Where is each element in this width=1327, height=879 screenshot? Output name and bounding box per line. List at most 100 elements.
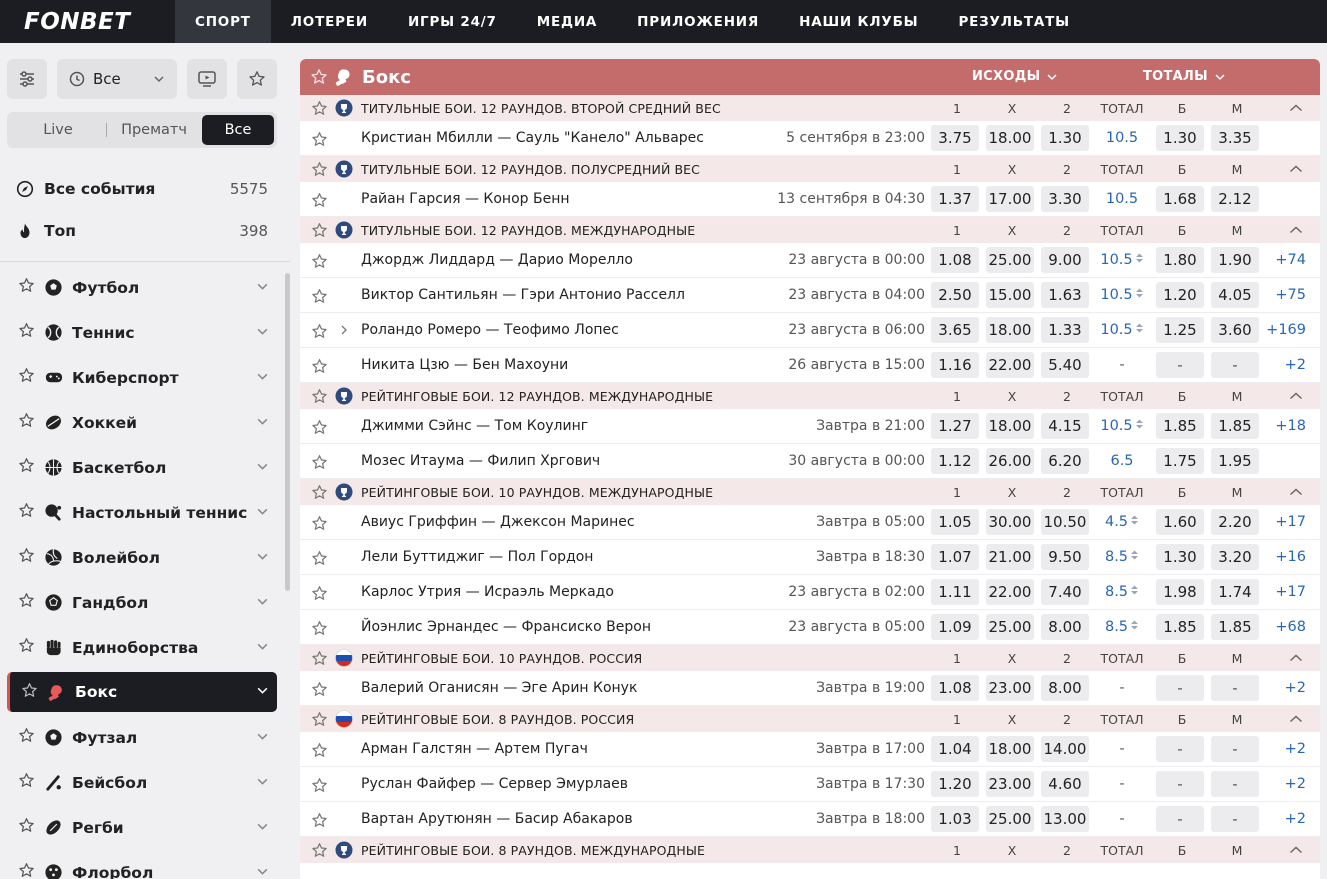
chevron-down-icon[interactable] — [256, 549, 269, 567]
odds-button[interactable]: 3.65 — [931, 317, 979, 343]
odds-button[interactable]: 1.75 — [1156, 448, 1204, 474]
league-header[interactable]: ТИТУЛЬНЫЕ БОИ. 12 РАУНДОВ. ВТОРОЙ СРЕДНИ… — [300, 95, 1320, 121]
odds-button[interactable]: 26.00 — [986, 448, 1034, 474]
star-icon[interactable] — [18, 592, 35, 613]
odds-button[interactable]: - — [1156, 675, 1204, 701]
sidebar-sport-item[interactable]: Бокс — [7, 672, 277, 712]
chevron-down-icon[interactable] — [256, 594, 269, 612]
star-icon[interactable] — [18, 772, 35, 793]
star-icon[interactable] — [18, 862, 35, 879]
odds-button[interactable]: 1.11 — [931, 579, 979, 605]
total-value[interactable]: 8.5 — [1096, 619, 1148, 635]
star-icon[interactable] — [311, 419, 328, 440]
sidebar-sport-item[interactable]: Теннис — [7, 310, 277, 355]
event-name[interactable]: Роландо Ромеро — Теофимо Лопес — [361, 322, 619, 338]
totals-tab[interactable]: ТОТАЛЫ — [1143, 69, 1226, 84]
star-icon[interactable] — [18, 322, 35, 343]
odds-button[interactable]: 1.85 — [1156, 413, 1204, 439]
total-value[interactable]: 8.5 — [1096, 584, 1148, 600]
chevron-up-icon[interactable] — [1288, 842, 1304, 861]
total-value[interactable]: 10.5 — [1096, 252, 1148, 268]
odds-button[interactable]: 1.03 — [931, 806, 979, 832]
event-name[interactable]: Кристиан Мбилли — Сауль "Канело" Альваре… — [361, 130, 704, 146]
sidebar-sport-item[interactable]: Гандбол — [7, 580, 277, 625]
odds-button[interactable]: 10.50 — [1041, 509, 1089, 535]
event-name[interactable]: Йоэнлис Эрнандес — Франсиско Верон — [361, 619, 651, 635]
odds-button[interactable]: 25.00 — [986, 247, 1034, 273]
odds-button[interactable]: 25.00 — [986, 806, 1034, 832]
odds-button[interactable]: 1.05 — [931, 509, 979, 535]
event-name[interactable]: Никита Цзю — Бен Махоуни — [361, 357, 568, 373]
odds-button[interactable]: - — [1211, 771, 1259, 797]
odds-button[interactable]: 1.95 — [1211, 448, 1259, 474]
event-name[interactable]: Райан Гарсия — Конор Бенн — [361, 191, 570, 207]
league-header[interactable]: ТИТУЛЬНЫЕ БОИ. 12 РАУНДОВ. ПОЛУСРЕДНИЙ В… — [300, 156, 1320, 182]
sidebar-sport-item[interactable]: Бейсбол — [7, 760, 277, 805]
total-value[interactable]: - — [1096, 741, 1148, 757]
odds-button[interactable]: 3.35 — [1211, 125, 1259, 151]
sidebar-sport-item[interactable]: Хоккей — [7, 400, 277, 445]
sidebar-sport-item[interactable]: Футбол — [7, 265, 277, 310]
odds-button[interactable]: 1.08 — [931, 247, 979, 273]
nav-item-4[interactable]: МЕДИА — [517, 0, 617, 43]
star-icon[interactable] — [311, 515, 328, 536]
fonbet-logo[interactable]: FONBET — [0, 0, 175, 43]
odds-button[interactable]: 6.20 — [1041, 448, 1089, 474]
odds-button[interactable]: 1.30 — [1041, 125, 1089, 151]
chevron-up-icon[interactable] — [1288, 650, 1304, 669]
more-markets-link[interactable]: +2 — [1258, 357, 1318, 373]
star-icon[interactable] — [311, 650, 328, 670]
odds-button[interactable]: 4.60 — [1041, 771, 1089, 797]
odds-button[interactable]: 1.04 — [931, 736, 979, 762]
sidebar-sport-item[interactable]: Футзал — [7, 715, 277, 760]
nav-item-5[interactable]: ПРИЛОЖЕНИЯ — [617, 0, 779, 43]
odds-button[interactable]: - — [1211, 352, 1259, 378]
odds-button[interactable]: 3.60 — [1211, 317, 1259, 343]
total-value[interactable]: - — [1096, 680, 1148, 696]
star-icon[interactable] — [311, 192, 328, 213]
odds-button[interactable]: 1.30 — [1156, 544, 1204, 570]
event-name[interactable]: Авиус Гриффин — Джексон Маринес — [361, 514, 635, 530]
more-markets-link[interactable]: +2 — [1258, 741, 1318, 757]
star-icon[interactable] — [18, 502, 35, 523]
star-icon[interactable] — [311, 454, 328, 475]
star-icon[interactable] — [18, 637, 35, 658]
video-filter-button[interactable] — [187, 59, 227, 99]
odds-button[interactable]: - — [1156, 352, 1204, 378]
odds-button[interactable]: - — [1211, 806, 1259, 832]
chevron-down-icon[interactable] — [256, 459, 269, 477]
star-icon[interactable] — [311, 620, 328, 641]
total-value[interactable]: - — [1096, 811, 1148, 827]
league-header[interactable]: РЕЙТИНГОВЫЕ БОИ. 10 РАУНДОВ. РОССИЯ 1 X 2 ТО… — [300, 645, 1320, 671]
event-name[interactable]: Джордж Лиддард — Дарио Морелло — [361, 252, 633, 268]
star-icon[interactable] — [18, 817, 35, 838]
star-icon[interactable] — [310, 68, 328, 86]
odds-button[interactable]: 18.00 — [986, 736, 1034, 762]
chevron-down-icon[interactable] — [256, 324, 269, 342]
odds-button[interactable]: 1.25 — [1156, 317, 1204, 343]
chevron-up-icon[interactable] — [1288, 222, 1304, 241]
total-value[interactable]: 6.5 — [1096, 453, 1148, 469]
outcomes-tab[interactable]: ИСХОДЫ — [972, 69, 1058, 84]
chevron-right-icon[interactable] — [338, 324, 350, 340]
favorites-filter-button[interactable] — [237, 59, 277, 99]
event-name[interactable]: Мозес Итаума — Филип Хргович — [361, 453, 600, 469]
total-value[interactable]: 10.5 — [1096, 130, 1148, 146]
star-icon[interactable] — [311, 585, 328, 606]
odds-button[interactable]: 1.07 — [931, 544, 979, 570]
chevron-up-icon[interactable] — [1288, 100, 1304, 119]
all-events-item[interactable]: Все события 5575 — [16, 168, 268, 210]
more-markets-link[interactable]: +74 — [1258, 252, 1318, 268]
odds-button[interactable]: 23.00 — [986, 771, 1034, 797]
chevron-down-icon[interactable] — [256, 414, 269, 432]
odds-button[interactable]: 4.05 — [1211, 282, 1259, 308]
odds-button[interactable]: 13.00 — [1041, 806, 1089, 832]
nav-item-1[interactable]: СПОРТ — [175, 0, 271, 43]
odds-button[interactable]: 1.85 — [1156, 614, 1204, 640]
total-value[interactable]: 10.5 — [1096, 322, 1148, 338]
star-icon[interactable] — [311, 253, 328, 274]
star-icon[interactable] — [18, 277, 35, 298]
chevron-up-icon[interactable] — [1288, 388, 1304, 407]
odds-button[interactable]: 1.60 — [1156, 509, 1204, 535]
sidebar-scrollbar[interactable] — [285, 273, 290, 591]
